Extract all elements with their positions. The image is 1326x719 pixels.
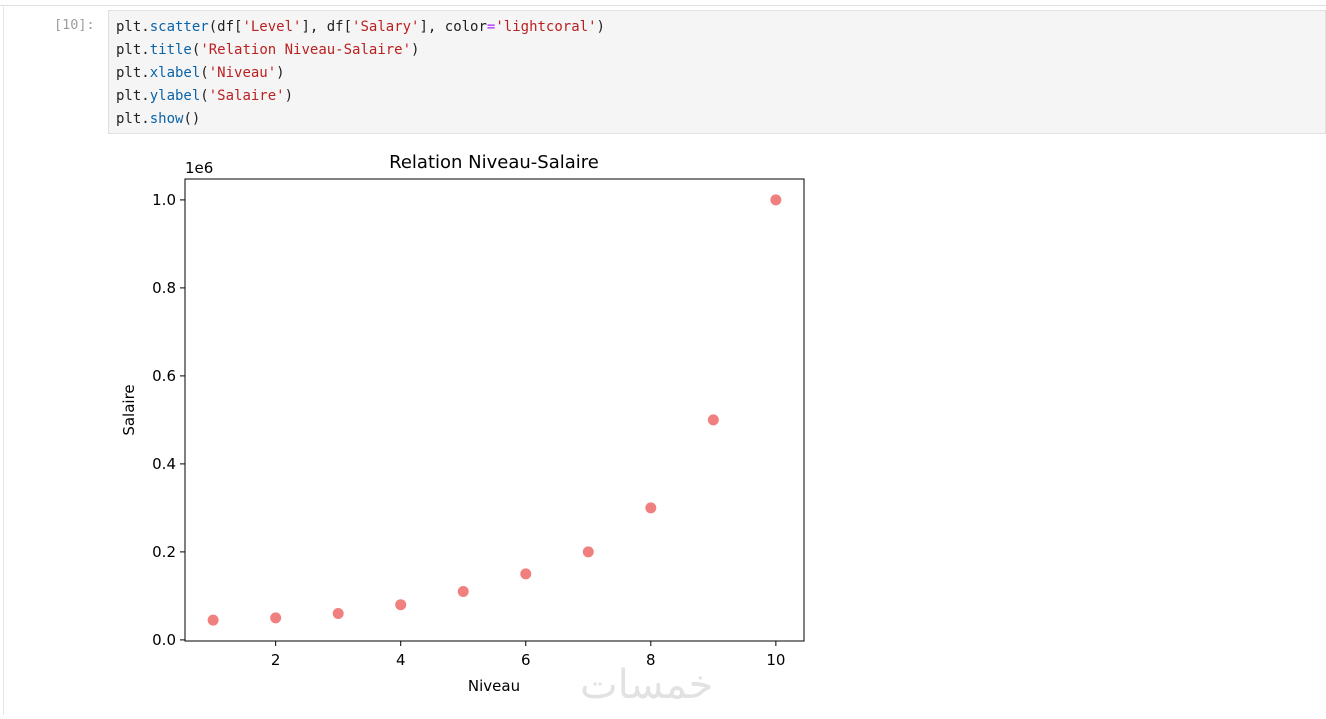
code-token: 'Salaire' <box>208 88 285 104</box>
y-axis-label: Salaire <box>120 384 138 435</box>
code-token: 'Salary' <box>352 19 420 35</box>
code-line: plt.title('Relation Niveau-Salaire') <box>116 41 419 59</box>
code-token: plt. <box>116 19 150 35</box>
y-tick-label: 0.8 <box>152 279 176 297</box>
code-token: 'lightcoral' <box>495 19 597 35</box>
code-token: plt. <box>116 65 150 81</box>
scatter-point <box>207 614 219 626</box>
scatter-point <box>520 568 532 580</box>
y-tick-label: 0.4 <box>152 455 176 473</box>
code-token: () <box>183 111 201 127</box>
scatter-plot: Relation Niveau-Salaire 1e6 2 4 6 8 10 0.00.… <box>120 152 805 695</box>
x-axis-label: Niveau <box>468 677 520 695</box>
code-token: 'Niveau' <box>208 65 277 81</box>
code-token: ylabel <box>149 88 201 104</box>
y-axis-ticks: 0.0 0.2 0.4 0.6 0.8 1.0 <box>152 191 185 649</box>
code-token: ], df[ <box>301 19 353 35</box>
code-token: 'Level' <box>242 19 302 35</box>
code-token: ) <box>411 42 420 58</box>
x-tick-label: 10 <box>766 651 785 669</box>
y-tick-label: 0.6 <box>152 367 176 385</box>
code-token: plt. <box>116 42 150 58</box>
y-offset-label: 1e6 <box>185 159 213 177</box>
y-tick-label: 0.2 <box>152 543 176 561</box>
code-token: ( <box>200 65 209 81</box>
code-token: plt. <box>116 88 150 104</box>
code-line: plt.ylabel('Salaire') <box>116 87 293 105</box>
cell-prompt: [10]: <box>54 17 95 33</box>
y-tick-label: 0.0 <box>152 631 176 649</box>
left-divider <box>3 5 4 715</box>
cell-output: Relation Niveau-Salaire 1e6 2 4 6 8 10 0.0 0.… <box>108 136 828 715</box>
scatter-point <box>457 586 469 597</box>
code-token: xlabel <box>149 65 201 81</box>
code-token: ) <box>276 65 285 81</box>
scatter-point <box>707 414 719 426</box>
code-token: ) <box>284 88 294 104</box>
x-tick-label: 2 <box>271 651 281 669</box>
top-divider <box>0 5 1326 6</box>
code-token: scatter <box>149 19 209 35</box>
code-line: plt.xlabel('Niveau') <box>116 64 285 82</box>
code-line: plt.scatter(df['Level'], df['Salary'], c… <box>116 18 605 36</box>
code-line: plt.show() <box>116 110 200 128</box>
code-token: (df[ <box>208 19 243 35</box>
code-token: show <box>149 111 184 127</box>
scatter-point <box>332 608 344 619</box>
code-token: ) <box>596 19 605 35</box>
code-token: ], color <box>419 19 487 35</box>
scatter-point <box>645 502 657 514</box>
plot-area <box>184 178 805 642</box>
code-token: ( <box>200 88 209 104</box>
x-tick-label: 4 <box>396 651 406 669</box>
code-token: 'Relation Niveau-Salaire' <box>200 42 412 58</box>
x-tick-label: 6 <box>521 651 531 669</box>
watermark-logo: خمسات <box>580 662 714 708</box>
scatter-point <box>395 599 407 611</box>
scatter-point <box>270 612 282 624</box>
code-cell-editor[interactable]: plt.scatter(df['Level'], df['Salary'], c… <box>108 10 1326 134</box>
scatter-points <box>207 194 782 626</box>
scatter-point <box>582 546 594 558</box>
scatter-point <box>770 194 782 206</box>
code-token: title <box>149 42 192 58</box>
chart-title: Relation Niveau-Salaire <box>389 152 599 173</box>
code-token: plt. <box>116 111 150 127</box>
y-tick-label: 1.0 <box>152 191 176 209</box>
